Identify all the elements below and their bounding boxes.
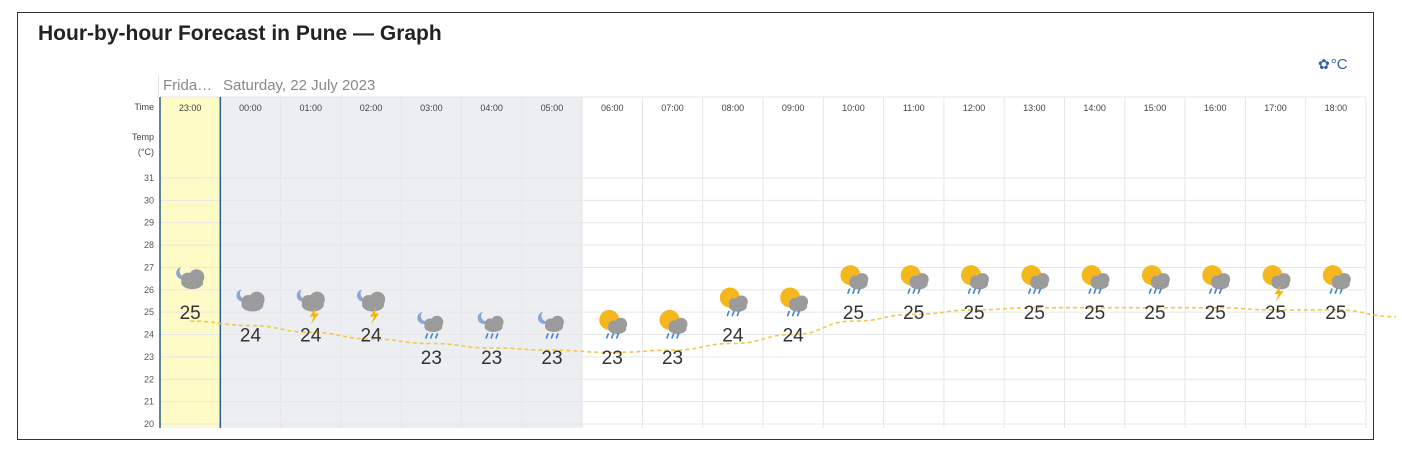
- day-rain-icon: [1141, 265, 1170, 294]
- temperature-label: 24: [360, 326, 382, 347]
- hour-label: 12:00: [963, 103, 986, 113]
- temperature-label: 23: [541, 348, 562, 369]
- temperature-label: 25: [1144, 303, 1165, 324]
- day-rain-icon: [659, 309, 688, 339]
- hour-label: 07:00: [661, 103, 684, 113]
- y-tick-label: 28: [144, 240, 154, 250]
- current-hour-highlight: [160, 97, 221, 428]
- time-row-label: Time: [134, 102, 154, 112]
- y-tick-label: 21: [144, 397, 154, 407]
- hour-label: 17:00: [1264, 103, 1287, 113]
- temperature-label: 24: [240, 326, 262, 347]
- y-tick-label: 27: [144, 262, 154, 272]
- day-thunderstorm-icon: [1262, 265, 1291, 303]
- day-rain-icon: [780, 287, 809, 317]
- y-tick-label: 29: [144, 218, 154, 228]
- hour-label: 04:00: [480, 103, 503, 113]
- y-tick-label: 31: [144, 173, 154, 183]
- y-tick-label: 24: [144, 330, 154, 340]
- temperature-label: 25: [843, 303, 864, 324]
- temperature-label: 23: [662, 348, 683, 369]
- temperature-label: 25: [1084, 303, 1105, 324]
- temperature-label: 25: [1024, 303, 1045, 324]
- temperature-label: 25: [1325, 303, 1346, 324]
- y-tick-label: 26: [144, 285, 154, 295]
- night-shade: [521, 97, 583, 428]
- temperature-label: 25: [1265, 303, 1286, 324]
- night-shade: [401, 97, 462, 428]
- hour-label: 15:00: [1144, 103, 1167, 113]
- y-tick-label: 25: [144, 307, 154, 317]
- hour-label: 18:00: [1325, 103, 1348, 113]
- night-shade: [340, 97, 402, 428]
- forecast-chart: Time Temp (°C) 20 21 22 23 24 25 26 27 28 29 30 31 23:0…: [132, 96, 1397, 429]
- hour-label: 11:00: [903, 103, 925, 113]
- chart-grid: [159, 96, 1367, 428]
- day-rain-icon: [900, 265, 929, 294]
- y-tick-label: 22: [144, 374, 154, 384]
- day-rain-icon: [719, 287, 748, 317]
- day-rain-icon: [1081, 265, 1110, 294]
- temperature-label: 25: [180, 303, 201, 324]
- y-tick-label: 20: [144, 419, 154, 429]
- hour-label: 03:00: [420, 103, 443, 113]
- hour-label: 06:00: [601, 103, 624, 113]
- day-rain-icon: [961, 265, 989, 294]
- temperature-label: 23: [481, 348, 502, 369]
- day-rain-icon: [1021, 265, 1050, 294]
- hour-label: 01:00: [299, 103, 322, 113]
- hour-label: 08:00: [722, 103, 745, 113]
- temperature-label: 23: [602, 348, 623, 369]
- hour-label: 16:00: [1204, 103, 1227, 113]
- y-tick-label: 23: [144, 352, 154, 362]
- day-rain-icon: [599, 309, 628, 339]
- hour-label: 00:00: [239, 103, 262, 113]
- temp-row-label: Temp: [132, 132, 154, 142]
- temperature-label: 23: [421, 348, 442, 369]
- hour-label: 09:00: [782, 103, 805, 113]
- hour-label: 14:00: [1083, 103, 1106, 113]
- night-shade: [280, 97, 341, 428]
- temperature-label: 24: [300, 326, 322, 347]
- day-rain-icon: [1322, 265, 1351, 294]
- y-tick-label: 30: [144, 195, 154, 205]
- day-rain-icon: [1202, 265, 1231, 294]
- temperature-label: 25: [963, 303, 984, 324]
- temperature-label: 25: [1205, 303, 1226, 324]
- temperature-label: 25: [903, 303, 924, 324]
- hour-label: 10:00: [842, 103, 865, 113]
- hour-label: 02:00: [360, 103, 383, 113]
- temp-unit-label: (°C): [138, 147, 154, 157]
- hour-label: 13:00: [1023, 103, 1046, 113]
- hour-label: 05:00: [541, 103, 564, 113]
- temperature-label: 24: [722, 326, 744, 347]
- hour-label: 23:00: [179, 103, 202, 113]
- day-rain-icon: [840, 265, 869, 294]
- night-shade: [220, 97, 281, 428]
- night-shade: [461, 97, 522, 428]
- temperature-label: 24: [783, 326, 805, 347]
